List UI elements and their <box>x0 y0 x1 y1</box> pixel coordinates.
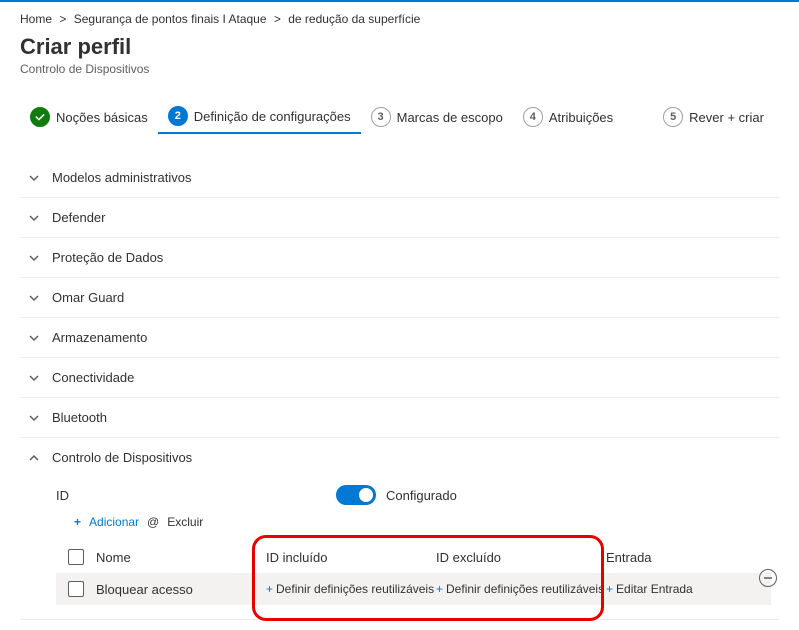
section-label: Defender <box>52 210 105 225</box>
select-all-checkbox[interactable] <box>68 549 84 565</box>
step-review-label: Rever + criar <box>689 110 764 125</box>
plus-icon: + <box>266 582 273 596</box>
step-number-icon: 5 <box>663 107 683 127</box>
step-review-create[interactable]: 5 Rever + criar <box>653 101 774 133</box>
cell-text: Definir definições reutilizáveis <box>446 582 604 596</box>
table-header-row: Nome ID incluído ID excluído Entrada <box>56 541 771 573</box>
chevron-down-icon <box>28 172 40 184</box>
field-id-label: ID <box>56 488 336 503</box>
chevron-down-icon <box>28 372 40 384</box>
section-label: Omar Guard <box>52 290 124 305</box>
breadcrumb-sep-2: > <box>274 12 281 26</box>
breadcrumb-sep-1: > <box>59 12 66 26</box>
row-name-cell: Bloquear acesso <box>96 582 266 597</box>
row-checkbox[interactable] <box>68 581 84 597</box>
section-defender[interactable]: Defender <box>20 198 779 237</box>
section-connectivity[interactable]: Conectividade <box>20 358 779 397</box>
section-data-protection[interactable]: Proteção de Dados <box>20 238 779 277</box>
section-label: Bluetooth <box>52 410 107 425</box>
step-assignments-label: Atribuições <box>549 110 613 125</box>
plus-icon: + <box>436 582 443 596</box>
toggle-knob <box>359 488 373 502</box>
set-reusable-excluded-button[interactable]: + Definir definições reutilizáveis <box>436 582 606 596</box>
col-name-header: Nome <box>96 550 266 565</box>
cell-text: Definir definições reutilizáveis <box>276 582 434 596</box>
col-included-header: ID incluído <box>266 550 436 565</box>
breadcrumb-endpoint-security[interactable]: Segurança de pontos finais I Ataque <box>74 12 267 26</box>
delete-button[interactable]: Excluir <box>167 515 203 529</box>
section-storage[interactable]: Armazenamento <box>20 318 779 357</box>
device-control-body: ID Configurado + Adicionar @ Excluir Nom… <box>20 477 779 619</box>
page-subtitle: Controlo de Dispositivos <box>20 62 779 76</box>
chevron-down-icon <box>28 412 40 424</box>
minus-icon <box>763 573 773 583</box>
check-icon <box>30 107 50 127</box>
step-basics[interactable]: Noções básicas <box>20 101 158 133</box>
table-row: Bloquear acesso + Definir definições reu… <box>56 573 771 605</box>
step-number-icon: 4 <box>523 107 543 127</box>
section-label: Conectividade <box>52 370 134 385</box>
edit-entry-button[interactable]: + Editar Entrada <box>606 582 716 596</box>
step-config-settings[interactable]: 2 Definição de configurações <box>158 100 361 134</box>
step-basics-label: Noções básicas <box>56 110 148 125</box>
cell-text: Editar Entrada <box>616 582 693 596</box>
step-config-label: Definição de configurações <box>194 109 351 124</box>
step-number-icon: 3 <box>371 107 391 127</box>
step-number-icon: 2 <box>168 106 188 126</box>
settings-accordion: Modelos administrativos Defender Proteçã… <box>20 158 779 620</box>
plus-icon: + <box>74 515 81 529</box>
col-excluded-header: ID excluído <box>436 550 606 565</box>
col-entry-header: Entrada <box>606 550 716 565</box>
step-scope-label: Marcas de escopo <box>397 110 503 125</box>
wizard-steps: Noções básicas 2 Definição de configuraç… <box>20 100 779 134</box>
section-omar-guard[interactable]: Omar Guard <box>20 278 779 317</box>
chevron-up-icon <box>28 452 40 464</box>
chevron-down-icon <box>28 292 40 304</box>
section-admin-templates[interactable]: Modelos administrativos <box>20 158 779 197</box>
section-bluetooth[interactable]: Bluetooth <box>20 398 779 437</box>
chevron-down-icon <box>28 252 40 264</box>
page-title: Criar perfil <box>20 34 779 60</box>
breadcrumb: Home > Segurança de pontos finais I Ataq… <box>20 12 779 26</box>
step-assignments[interactable]: 4 Atribuições <box>513 101 623 133</box>
remove-row-button[interactable] <box>759 569 777 587</box>
add-button[interactable]: Adicionar <box>89 515 139 529</box>
toggle-configured-label: Configurado <box>386 488 457 503</box>
breadcrumb-home[interactable]: Home <box>20 12 52 26</box>
chevron-down-icon <box>28 212 40 224</box>
rules-table: Nome ID incluído ID excluído Entrada Blo… <box>56 541 771 605</box>
breadcrumb-asr: de redução da superfície <box>288 12 420 26</box>
section-label: Controlo de Dispositivos <box>52 450 192 465</box>
toggle-configured[interactable] <box>336 485 376 505</box>
section-device-control[interactable]: Controlo de Dispositivos <box>20 438 779 477</box>
at-label: @ <box>147 515 159 529</box>
chevron-down-icon <box>28 332 40 344</box>
section-label: Armazenamento <box>52 330 147 345</box>
section-label: Modelos administrativos <box>52 170 191 185</box>
step-scope-tags[interactable]: 3 Marcas de escopo <box>361 101 513 133</box>
section-label: Proteção de Dados <box>52 250 163 265</box>
set-reusable-included-button[interactable]: + Definir definições reutilizáveis <box>266 582 436 596</box>
plus-icon: + <box>606 582 613 596</box>
